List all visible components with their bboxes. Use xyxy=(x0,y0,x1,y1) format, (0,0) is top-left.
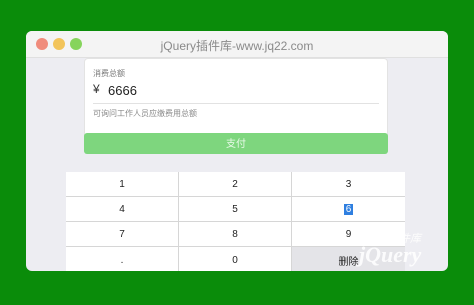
key-1[interactable]: 1 xyxy=(66,172,178,196)
browser-window: jQuery插件库-www.jq22.com 消费总额 ¥ 6666 可询问工作… xyxy=(26,31,448,271)
key-9[interactable]: 9 xyxy=(292,222,405,246)
currency-symbol: ¥ xyxy=(93,82,100,96)
key-6-label: 6 xyxy=(343,203,354,215)
key-3[interactable]: 3 xyxy=(292,172,405,196)
delete-key[interactable]: 删除 xyxy=(292,247,405,271)
key-8[interactable]: 8 xyxy=(179,222,291,246)
divider xyxy=(93,103,379,104)
key-4[interactable]: 4 xyxy=(66,197,178,221)
key-decimal[interactable]: . xyxy=(66,247,178,271)
key-5[interactable]: 5 xyxy=(179,197,291,221)
key-0[interactable]: 0 xyxy=(179,247,291,271)
key-7[interactable]: 7 xyxy=(66,222,178,246)
title-bar: jQuery插件库-www.jq22.com xyxy=(26,31,448,58)
numeric-keypad: 1 2 3 4 5 6 7 8 9 . 0 删除 xyxy=(66,172,405,271)
key-2[interactable]: 2 xyxy=(179,172,291,196)
pay-button[interactable]: 支付 xyxy=(84,133,388,154)
key-6[interactable]: 6 xyxy=(292,197,405,221)
amount-label: 消费总额 xyxy=(93,69,125,78)
amount-input[interactable]: 6666 xyxy=(108,83,137,98)
amount-hint: 可询问工作人员应缴费用总额 xyxy=(93,109,197,118)
window-title: jQuery插件库-www.jq22.com xyxy=(160,39,314,53)
